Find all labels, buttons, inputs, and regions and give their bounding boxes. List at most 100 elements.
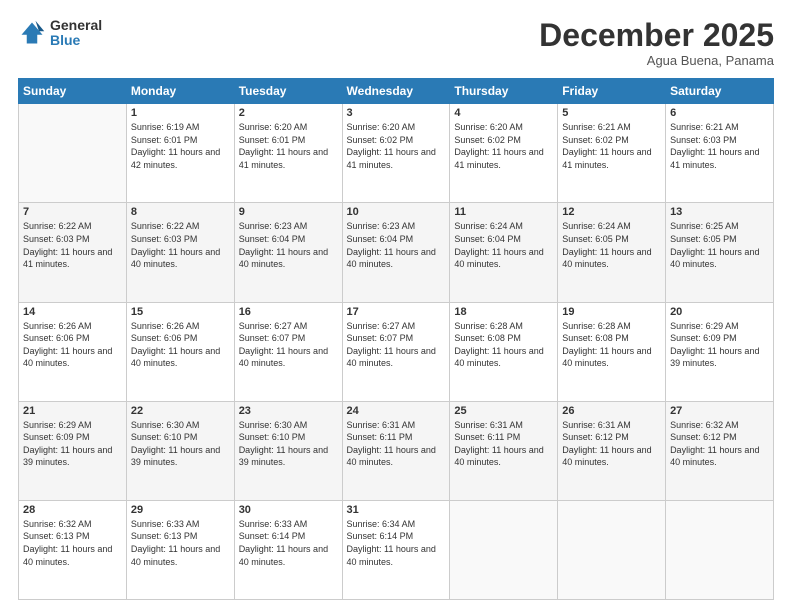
header-wednesday: Wednesday — [342, 79, 450, 104]
day-info: Sunrise: 6:30 AMSunset: 6:10 PMDaylight:… — [239, 419, 338, 469]
day-info: Sunrise: 6:24 AMSunset: 6:05 PMDaylight:… — [562, 220, 661, 270]
logo-general-text: General — [50, 18, 102, 33]
table-row: 21 Sunrise: 6:29 AMSunset: 6:09 PMDayligh… — [19, 401, 127, 500]
calendar-week-row: 28 Sunrise: 6:32 AMSunset: 6:13 PMDayligh… — [19, 500, 774, 599]
calendar-week-row: 21 Sunrise: 6:29 AMSunset: 6:09 PMDayligh… — [19, 401, 774, 500]
table-row: 28 Sunrise: 6:32 AMSunset: 6:13 PMDayligh… — [19, 500, 127, 599]
table-row: 26 Sunrise: 6:31 AMSunset: 6:12 PMDayligh… — [558, 401, 666, 500]
day-info: Sunrise: 6:33 AMSunset: 6:14 PMDaylight:… — [239, 518, 338, 568]
day-number: 16 — [239, 306, 338, 318]
logo-blue-text: Blue — [50, 33, 102, 48]
day-number: 26 — [562, 405, 661, 417]
table-row: 30 Sunrise: 6:33 AMSunset: 6:14 PMDayligh… — [234, 500, 342, 599]
location-subtitle: Agua Buena, Panama — [539, 53, 774, 68]
table-row: 8 Sunrise: 6:22 AMSunset: 6:03 PMDaylight… — [126, 203, 234, 302]
table-row: 29Sunrise: 6:33 AMSunset: 6:13 PMDayligh… — [126, 500, 234, 599]
calendar-week-row: 7 Sunrise: 6:22 AMSunset: 6:03 PMDaylight… — [19, 203, 774, 302]
table-row: 4 Sunrise: 6:20 AMSunset: 6:02 PMDaylight… — [450, 104, 558, 203]
day-number: 27 — [670, 405, 769, 417]
day-number: 23 — [239, 405, 338, 417]
table-row: 7 Sunrise: 6:22 AMSunset: 6:03 PMDaylight… — [19, 203, 127, 302]
day-info: Sunrise: 6:31 AMSunset: 6:11 PMDaylight:… — [454, 419, 553, 469]
day-info: Sunrise: 6:20 AMSunset: 6:02 PMDaylight:… — [347, 121, 446, 171]
day-info: Sunrise: 6:29 AMSunset: 6:09 PMDaylight:… — [670, 320, 769, 370]
day-number: 20 — [670, 306, 769, 318]
table-row: 6 Sunrise: 6:21 AMSunset: 6:03 PMDaylight… — [666, 104, 774, 203]
table-row: 19Sunrise: 6:28 AMSunset: 6:08 PMDayligh… — [558, 302, 666, 401]
table-row — [19, 104, 127, 203]
table-row: 16 Sunrise: 6:27 AMSunset: 6:07 PMDayligh… — [234, 302, 342, 401]
day-info: Sunrise: 6:29 AMSunset: 6:09 PMDaylight:… — [23, 419, 122, 469]
header-tuesday: Tuesday — [234, 79, 342, 104]
logo: General Blue — [18, 18, 102, 49]
table-row: 22 Sunrise: 6:30 AMSunset: 6:10 PMDayligh… — [126, 401, 234, 500]
day-number: 7 — [23, 206, 122, 218]
day-number: 25 — [454, 405, 553, 417]
table-row: 15Sunrise: 6:26 AMSunset: 6:06 PMDayligh… — [126, 302, 234, 401]
day-info: Sunrise: 6:24 AMSunset: 6:04 PMDaylight:… — [454, 220, 553, 270]
day-info: Sunrise: 6:28 AMSunset: 6:08 PMDaylight:… — [454, 320, 553, 370]
day-number: 19 — [562, 306, 661, 318]
table-row: 31Sunrise: 6:34 AMSunset: 6:14 PMDayligh… — [342, 500, 450, 599]
day-number: 13 — [670, 206, 769, 218]
title-area: December 2025 Agua Buena, Panama — [539, 18, 774, 68]
day-info: Sunrise: 6:31 AMSunset: 6:11 PMDaylight:… — [347, 419, 446, 469]
day-info: Sunrise: 6:32 AMSunset: 6:12 PMDaylight:… — [670, 419, 769, 469]
day-info: Sunrise: 6:27 AMSunset: 6:07 PMDaylight:… — [239, 320, 338, 370]
table-row: 10 Sunrise: 6:23 AMSunset: 6:04 PMDayligh… — [342, 203, 450, 302]
header-saturday: Saturday — [666, 79, 774, 104]
table-row: 20 Sunrise: 6:29 AMSunset: 6:09 PMDayligh… — [666, 302, 774, 401]
day-info: Sunrise: 6:21 AMSunset: 6:02 PMDaylight:… — [562, 121, 661, 171]
table-row: 11Sunrise: 6:24 AMSunset: 6:04 PMDayligh… — [450, 203, 558, 302]
day-info: Sunrise: 6:26 AMSunset: 6:06 PMDaylight:… — [23, 320, 122, 370]
calendar-week-row: 1 Sunrise: 6:19 AMSunset: 6:01 PMDaylight… — [19, 104, 774, 203]
logo-text: General Blue — [50, 18, 102, 49]
table-row: 25 Sunrise: 6:31 AMSunset: 6:11 PMDayligh… — [450, 401, 558, 500]
day-info: Sunrise: 6:25 AMSunset: 6:05 PMDaylight:… — [670, 220, 769, 270]
calendar-week-row: 14 Sunrise: 6:26 AMSunset: 6:06 PMDayligh… — [19, 302, 774, 401]
day-number: 28 — [23, 504, 122, 516]
day-number: 17 — [347, 306, 446, 318]
header-sunday: Sunday — [19, 79, 127, 104]
day-info: Sunrise: 6:19 AMSunset: 6:01 PMDaylight:… — [131, 121, 230, 171]
weekday-header-row: Sunday Monday Tuesday Wednesday Thursday… — [19, 79, 774, 104]
day-number: 9 — [239, 206, 338, 218]
day-info: Sunrise: 6:22 AMSunset: 6:03 PMDaylight:… — [131, 220, 230, 270]
header-thursday: Thursday — [450, 79, 558, 104]
day-number: 30 — [239, 504, 338, 516]
day-number: 14 — [23, 306, 122, 318]
day-info: Sunrise: 6:31 AMSunset: 6:12 PMDaylight:… — [562, 419, 661, 469]
day-info: Sunrise: 6:20 AMSunset: 6:01 PMDaylight:… — [239, 121, 338, 171]
day-number: 21 — [23, 405, 122, 417]
table-row — [666, 500, 774, 599]
day-number: 8 — [131, 206, 230, 218]
day-number: 15 — [131, 306, 230, 318]
day-info: Sunrise: 6:22 AMSunset: 6:03 PMDaylight:… — [23, 220, 122, 270]
table-row: 14 Sunrise: 6:26 AMSunset: 6:06 PMDayligh… — [19, 302, 127, 401]
month-title: December 2025 — [539, 18, 774, 53]
day-info: Sunrise: 6:21 AMSunset: 6:03 PMDaylight:… — [670, 121, 769, 171]
day-number: 3 — [347, 107, 446, 119]
table-row: 2Sunrise: 6:20 AMSunset: 6:01 PMDaylight… — [234, 104, 342, 203]
day-info: Sunrise: 6:23 AMSunset: 6:04 PMDaylight:… — [347, 220, 446, 270]
table-row: 9Sunrise: 6:23 AMSunset: 6:04 PMDaylight… — [234, 203, 342, 302]
header: General Blue December 2025 Agua Buena, P… — [18, 18, 774, 68]
table-row: 24Sunrise: 6:31 AMSunset: 6:11 PMDayligh… — [342, 401, 450, 500]
day-number: 6 — [670, 107, 769, 119]
day-number: 18 — [454, 306, 553, 318]
calendar-table: Sunday Monday Tuesday Wednesday Thursday… — [18, 78, 774, 600]
day-number: 10 — [347, 206, 446, 218]
day-info: Sunrise: 6:30 AMSunset: 6:10 PMDaylight:… — [131, 419, 230, 469]
day-number: 31 — [347, 504, 446, 516]
logo-icon — [18, 19, 46, 47]
day-number: 22 — [131, 405, 230, 417]
table-row — [450, 500, 558, 599]
table-row: 27 Sunrise: 6:32 AMSunset: 6:12 PMDayligh… — [666, 401, 774, 500]
table-row: 17Sunrise: 6:27 AMSunset: 6:07 PMDayligh… — [342, 302, 450, 401]
day-info: Sunrise: 6:20 AMSunset: 6:02 PMDaylight:… — [454, 121, 553, 171]
day-number: 4 — [454, 107, 553, 119]
table-row: 23 Sunrise: 6:30 AMSunset: 6:10 PMDayligh… — [234, 401, 342, 500]
day-info: Sunrise: 6:32 AMSunset: 6:13 PMDaylight:… — [23, 518, 122, 568]
day-number: 1 — [131, 107, 230, 119]
day-number: 5 — [562, 107, 661, 119]
